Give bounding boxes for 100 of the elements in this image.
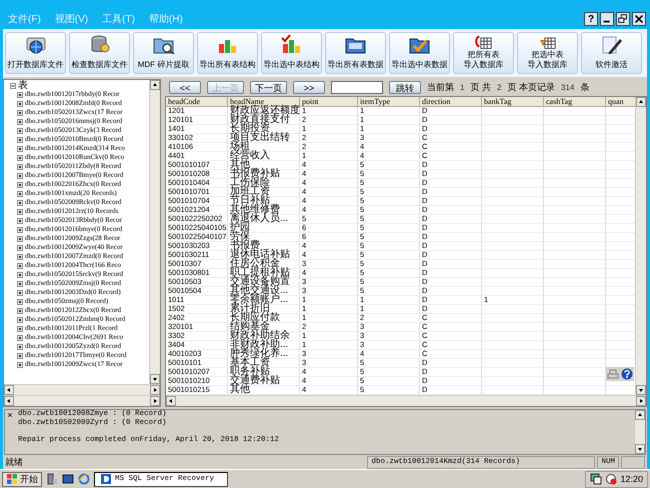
warning-icon[interactable] xyxy=(605,473,618,485)
expand-icon[interactable] xyxy=(17,236,23,242)
scroll-right-icon[interactable] xyxy=(636,396,646,406)
scroll-left-icon[interactable] xyxy=(4,385,14,395)
close-button[interactable]: × xyxy=(5,410,15,420)
column-header[interactable]: quan xyxy=(606,97,635,107)
expand-icon[interactable] xyxy=(17,200,23,206)
toolbar-button[interactable]: MDF 碎片提取 xyxy=(133,32,194,74)
expand-icon[interactable] xyxy=(17,100,23,106)
table-cell-text: 其他 xyxy=(229,161,250,169)
expand-icon[interactable] xyxy=(17,128,23,134)
pen-icon xyxy=(600,34,624,54)
desktop-icon[interactable] xyxy=(62,473,74,485)
next-page-button[interactable]: 下一页 xyxy=(250,81,287,94)
table-cell-text: 场租 xyxy=(229,143,250,151)
expand-icon[interactable] xyxy=(17,190,23,196)
status-panel xyxy=(621,456,645,468)
page-info-value: 2 xyxy=(496,83,502,92)
scrollbar[interactable] xyxy=(4,395,160,406)
tree-item[interactable]: 表 xyxy=(18,81,28,90)
scroll-right-icon[interactable] xyxy=(150,396,160,406)
table-cell-text: 财政直接支付 xyxy=(229,116,290,124)
expand-icon[interactable] xyxy=(17,226,23,232)
scrollbar[interactable] xyxy=(635,97,646,395)
expand-icon[interactable] xyxy=(17,146,23,152)
column-header[interactable]: headCode xyxy=(166,97,228,107)
clock: 12:20 xyxy=(620,474,643,484)
minimize-icon[interactable] xyxy=(600,12,614,26)
start-button[interactable]: 开始 xyxy=(2,472,42,486)
expand-icon[interactable] xyxy=(17,172,23,178)
collapse-icon[interactable] xyxy=(10,82,16,88)
expand-icon[interactable] xyxy=(17,316,23,322)
help-icon[interactable] xyxy=(621,368,633,380)
expand-icon[interactable] xyxy=(17,254,23,260)
scrollbar[interactable] xyxy=(4,384,160,395)
expand-icon[interactable] xyxy=(17,272,23,278)
scroll-down-icon[interactable] xyxy=(635,444,645,454)
go-button[interactable]: 跳转 xyxy=(389,81,421,94)
column-header[interactable]: direction xyxy=(420,97,482,107)
expand-icon[interactable] xyxy=(17,344,23,350)
toolbar-button[interactable]: 软件激活 xyxy=(581,32,642,74)
first-page-button[interactable]: << xyxy=(169,81,201,94)
toolbar-button[interactable]: 导出所有表数据 xyxy=(325,32,386,74)
column-header[interactable]: itemType xyxy=(358,97,420,107)
expand-icon[interactable] xyxy=(17,362,23,368)
restore-icon[interactable] xyxy=(616,12,630,26)
toolbar-button[interactable]: 导出所有表结构 xyxy=(197,32,258,74)
table-cell-text: 离退休人员... xyxy=(229,215,290,223)
scrollbar[interactable] xyxy=(149,80,160,384)
scroll-left-icon[interactable] xyxy=(4,396,14,406)
browser-icon[interactable] xyxy=(78,473,90,485)
toolbar-button[interactable]: 导出选中表结构 xyxy=(261,32,322,74)
page-input-field[interactable] xyxy=(331,81,383,94)
expand-icon[interactable] xyxy=(17,164,23,170)
table-cell-text: 书报费补贴 xyxy=(229,170,281,178)
help-button[interactable]: ? xyxy=(584,12,598,26)
expand-icon[interactable] xyxy=(17,208,23,214)
table-cell-text: 肿秀绿化养... xyxy=(229,350,290,358)
expand-icon[interactable] xyxy=(17,218,23,224)
scrollbar[interactable] xyxy=(166,395,646,406)
table-cell-text: 劳保 xyxy=(229,233,250,241)
column-header[interactable]: bankTag xyxy=(482,97,544,107)
expand-icon[interactable] xyxy=(17,308,23,314)
expand-icon[interactable] xyxy=(17,244,23,250)
toolbar-button[interactable]: 打开数据库文件 xyxy=(5,32,66,74)
expand-icon[interactable] xyxy=(17,118,23,124)
scroll-up-icon[interactable] xyxy=(636,97,646,107)
expand-icon[interactable] xyxy=(17,110,23,116)
expand-icon[interactable] xyxy=(17,280,23,286)
toolbar-button[interactable]: 把所有表 导入数据库 xyxy=(453,32,514,74)
expand-icon[interactable] xyxy=(17,352,23,358)
expand-icon[interactable] xyxy=(17,182,23,188)
toolbar-button[interactable]: 检查数据库文件 xyxy=(69,32,130,74)
server-icon[interactable] xyxy=(46,473,58,485)
column-header[interactable]: point xyxy=(300,97,358,107)
scroll-up-icon[interactable] xyxy=(635,410,645,420)
expand-icon[interactable] xyxy=(17,290,23,296)
network-icon[interactable] xyxy=(590,473,602,485)
last-page-button[interactable]: >> xyxy=(293,81,325,94)
scroll-down-icon[interactable] xyxy=(150,374,160,384)
scroll-down-icon[interactable] xyxy=(636,385,646,395)
scroll-left-icon[interactable] xyxy=(166,396,176,406)
close-icon[interactable] xyxy=(632,12,646,26)
expand-icon[interactable] xyxy=(17,92,23,98)
table-cell-text: 加班工资 xyxy=(229,188,271,196)
scroll-up-icon[interactable] xyxy=(150,80,160,90)
expand-icon[interactable] xyxy=(17,334,23,340)
table-cell-text: 经营收入 xyxy=(229,152,271,160)
toolbar-button[interactable]: 把选中表 导入数据库 xyxy=(517,32,578,74)
expand-icon[interactable] xyxy=(17,298,23,304)
scroll-right-icon[interactable] xyxy=(150,385,160,395)
column-header[interactable]: cashTag xyxy=(544,97,606,107)
scrollbar[interactable] xyxy=(634,410,645,454)
table-cell-text: 财政补助结余 xyxy=(229,332,291,340)
expand-icon[interactable] xyxy=(17,154,23,160)
expand-icon[interactable] xyxy=(17,136,23,142)
toolbar-button[interactable]: 导出选中表数据 xyxy=(389,32,450,74)
expand-icon[interactable] xyxy=(17,262,23,268)
expand-icon[interactable] xyxy=(17,326,23,332)
table-cell-text: 职务补贴 xyxy=(229,368,270,376)
